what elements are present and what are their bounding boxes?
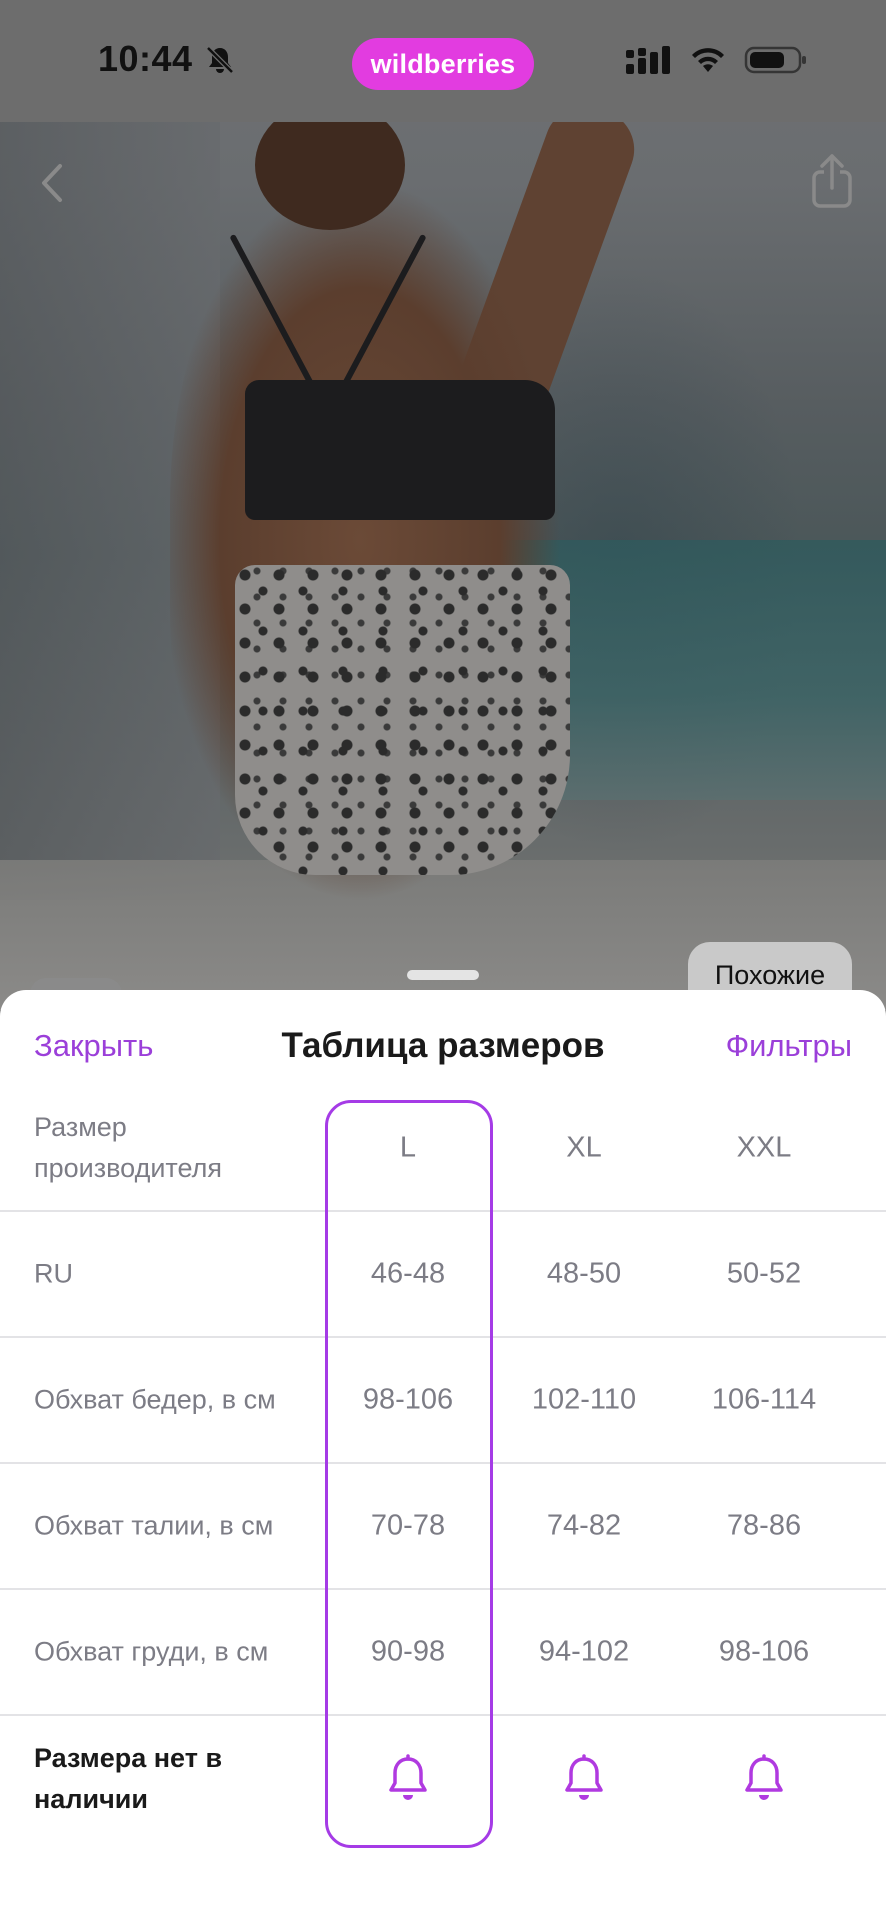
signal-icon xyxy=(626,46,670,74)
table-row: RU 46-48 48-50 50-52 xyxy=(0,1212,886,1338)
row-label-hips: Обхват бедер, в см xyxy=(34,1384,276,1415)
table-cell: 94-102 xyxy=(538,1635,630,1668)
chevron-left-icon[interactable] xyxy=(30,158,74,208)
wifi-icon xyxy=(692,48,724,72)
row-label-ru: RU xyxy=(34,1258,73,1289)
table-row: Обхват груди, в см 90-98 94-102 98-106 xyxy=(0,1590,886,1716)
table-cell: 98-106 xyxy=(718,1635,810,1668)
share-icon[interactable] xyxy=(808,152,856,210)
bell-icon xyxy=(565,1754,603,1800)
table-cell: 46-48 xyxy=(370,1257,446,1290)
photo-swim-bottom xyxy=(235,565,570,875)
table-cell: 48-50 xyxy=(546,1257,622,1290)
row-label-waist: Обхват талии, в см xyxy=(34,1510,274,1541)
notify-button-l[interactable] xyxy=(323,1751,493,1807)
photo-swim-top xyxy=(245,380,555,520)
status-time: 10:44 xyxy=(98,38,193,79)
table-cell: 102-110 xyxy=(531,1383,637,1416)
manufacturer-size-label: Размер производителя xyxy=(34,1112,222,1183)
out-of-stock-label: Размера нет в наличии xyxy=(34,1743,223,1814)
bell-icon xyxy=(745,1754,783,1800)
table-row: Обхват бедер, в см 98-106 102-110 106-11… xyxy=(0,1338,886,1464)
size-column-xxl[interactable]: XXL xyxy=(679,1132,849,1165)
notify-button-xl[interactable] xyxy=(499,1751,669,1807)
table-header-row: Размер производителя L XL XXL xyxy=(0,1086,886,1212)
brand-logo: wildberries xyxy=(352,38,534,90)
table-cell: 50-52 xyxy=(726,1257,802,1290)
battery-icon xyxy=(744,46,806,74)
table-cell: 98-106 xyxy=(362,1383,454,1416)
sheet-header: Закрыть Таблица размеров Фильтры xyxy=(0,990,886,1100)
bell-icon xyxy=(389,1754,427,1800)
table-row: Обхват талии, в см 70-78 74-82 78-86 xyxy=(0,1464,886,1590)
filters-button[interactable]: Фильтры xyxy=(726,1028,852,1064)
bell-off-icon xyxy=(206,46,234,74)
status-bar: 10:44 wildberries xyxy=(0,0,886,122)
table-row-out-of-stock: Размера нет в наличии xyxy=(0,1716,886,1842)
table-cell: 106-114 xyxy=(711,1383,817,1416)
table-cell: 74-82 xyxy=(546,1509,622,1542)
product-photo[interactable] xyxy=(0,0,886,1010)
table-cell: 90-98 xyxy=(370,1635,446,1668)
size-chart-sheet: Закрыть Таблица размеров Фильтры Размер … xyxy=(0,990,886,1920)
row-label-chest: Обхват груди, в см xyxy=(34,1636,269,1667)
table-cell: 70-78 xyxy=(370,1509,446,1542)
table-cell: 78-86 xyxy=(726,1509,802,1542)
size-column-l[interactable]: L xyxy=(323,1132,493,1165)
size-table: Размер производителя L XL XXL RU 46-48 4… xyxy=(0,1086,886,1842)
size-column-xl[interactable]: XL xyxy=(499,1132,669,1165)
sheet-grabber[interactable] xyxy=(407,970,479,980)
notify-button-xxl[interactable] xyxy=(679,1751,849,1807)
